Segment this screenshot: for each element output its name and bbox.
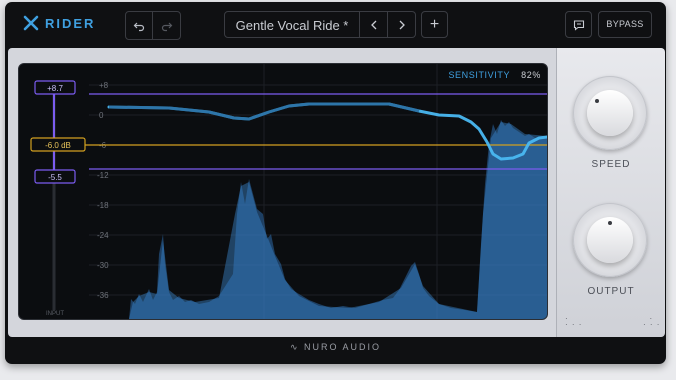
- redo-button[interactable]: [153, 12, 180, 39]
- sensitivity-control[interactable]: SENSITIVITY 82%: [448, 70, 541, 80]
- scale-label: -18: [97, 201, 109, 210]
- preset-selector[interactable]: Gentle Vocal Ride *: [224, 11, 360, 38]
- range-max-value: +8.7: [47, 84, 63, 93]
- speed-knob-cap: [587, 90, 633, 136]
- sensitivity-label: SENSITIVITY: [448, 70, 511, 80]
- undo-button[interactable]: [126, 12, 153, 39]
- speed-knob[interactable]: [573, 76, 647, 150]
- preset-nav: [360, 11, 416, 38]
- level-display: +8 0 -6 -12 -18 -24 -30 -36 INPUT: [18, 63, 548, 320]
- logo: RIDER: [23, 15, 95, 31]
- range-min-handle[interactable]: -5.5: [34, 169, 76, 184]
- scale-label: -24: [97, 231, 109, 240]
- app-title: RIDER: [45, 15, 96, 31]
- target-value: -6.0 dB: [45, 141, 71, 150]
- add-preset-button[interactable]: +: [421, 11, 448, 38]
- rider-logo-icon: [23, 15, 39, 31]
- previous-preset-button[interactable]: [360, 11, 388, 38]
- resize-grip-right[interactable]: · · · ·: [643, 315, 660, 329]
- output-label: OUTPUT: [587, 286, 635, 297]
- target-handle[interactable]: -6.0 dB: [30, 137, 86, 152]
- range-min-value: -5.5: [48, 173, 62, 182]
- speed-knob-indicator: [595, 99, 599, 103]
- feedback-button[interactable]: [565, 11, 592, 38]
- scale-label: -12: [97, 171, 109, 180]
- scale-label: +8: [99, 81, 109, 90]
- main-panel: +8 0 -6 -12 -18 -24 -30 -36 INPUT: [8, 48, 665, 337]
- input-label: INPUT: [46, 311, 64, 317]
- chat-icon: [573, 19, 584, 31]
- input-spectrum: [129, 120, 547, 319]
- chevron-right-icon: [399, 20, 405, 29]
- undo-icon: [133, 22, 145, 31]
- speed-label: SPEED: [591, 159, 631, 170]
- footer-brand: ∿ NURO AUDIO: [5, 342, 666, 353]
- top-bar: RIDER Gentle Vocal Ride * + BYPASS: [5, 2, 666, 48]
- history-buttons: [125, 11, 181, 40]
- next-preset-button[interactable]: [388, 11, 416, 38]
- scale-label: -36: [97, 291, 109, 300]
- footer-brand-text: NURO AUDIO: [304, 342, 382, 352]
- scale-labels: +8 0 -6 -12 -18 -24 -30 -36: [97, 81, 109, 300]
- bypass-button[interactable]: BYPASS: [598, 11, 652, 38]
- chevron-left-icon: [370, 20, 376, 29]
- knob-panel: SPEED OUTPUT · · · · · · · ·: [556, 48, 665, 337]
- nuro-logo-icon: ∿: [289, 342, 300, 352]
- range-max-handle[interactable]: +8.7: [34, 80, 76, 95]
- output-knob[interactable]: [573, 203, 647, 277]
- gain-curve: [107, 102, 547, 161]
- sensitivity-value[interactable]: 82%: [521, 70, 541, 80]
- resize-grip-left: · · · ·: [565, 314, 583, 329]
- plugin-window: RIDER Gentle Vocal Ride * + BYPASS +8 0 …: [5, 2, 666, 364]
- level-display-graphics: +8 0 -6 -12 -18 -24 -30 -36 INPUT: [30, 64, 547, 319]
- output-knob-indicator: [608, 221, 612, 225]
- scale-label: 0: [99, 111, 104, 120]
- scale-label: -30: [97, 261, 109, 270]
- redo-icon: [161, 22, 172, 31]
- output-knob-cap: [587, 217, 633, 263]
